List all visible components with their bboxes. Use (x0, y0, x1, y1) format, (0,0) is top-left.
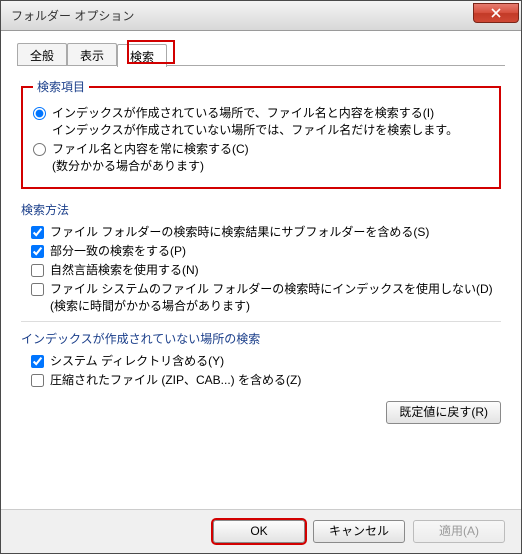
check-row-partial: 部分一致の検索をする(P) (31, 243, 501, 260)
check-partial[interactable] (31, 245, 44, 258)
check-compressed-label[interactable]: 圧縮されたファイル (ZIP、CAB...) を含める(Z) (50, 372, 501, 389)
tab-bar: 全般 表示 検索 (17, 43, 505, 66)
check-row-noindex: ファイル システムのファイル フォルダーの検索時にインデックスを使用しない(D)… (31, 281, 501, 315)
dialog-window: フォルダー オプション 全般 表示 検索 検索項目 インデックスが作成されている… (0, 0, 522, 554)
radio-indexed[interactable] (33, 107, 46, 120)
check-row-subfolders: ファイル フォルダーの検索時に検索結果にサブフォルダーを含める(S) (31, 224, 501, 241)
check-natural-label[interactable]: 自然言語検索を使用する(N) (50, 262, 501, 279)
check-compressed[interactable] (31, 374, 44, 387)
restore-defaults-button[interactable]: 既定値に戻す(R) (386, 401, 501, 424)
ok-button[interactable]: OK (213, 520, 305, 543)
check-row-natural: 自然言語検索を使用する(N) (31, 262, 501, 279)
group-search-what: 検索項目 インデックスが作成されている場所で、ファイル名と内容を検索する(I) … (21, 78, 501, 189)
check-noindex-line1: ファイル システムのファイル フォルダーの検索時にインデックスを使用しない(D) (50, 282, 493, 296)
radio-always[interactable] (33, 143, 46, 156)
tab-general[interactable]: 全般 (17, 43, 67, 65)
check-row-compressed: 圧縮されたファイル (ZIP、CAB...) を含める(Z) (31, 372, 501, 389)
group-search-how: ファイル フォルダーの検索時に検索結果にサブフォルダーを含める(S) 部分一致の… (31, 224, 501, 315)
check-subfolders[interactable] (31, 226, 44, 239)
close-button[interactable] (473, 3, 519, 23)
radio-indexed-line2: インデックスが作成されていない場所では、ファイル名だけを検索します。 (52, 123, 458, 137)
check-natural[interactable] (31, 264, 44, 277)
group-search-what-legend: 検索項目 (33, 78, 89, 95)
divider (21, 321, 501, 322)
close-icon (490, 8, 502, 18)
content-area: 全般 表示 検索 検索項目 インデックスが作成されている場所で、ファイル名と内容… (1, 31, 521, 509)
group-search-how-legend: 検索方法 (21, 201, 501, 218)
tab-search[interactable]: 検索 (117, 44, 167, 67)
radio-indexed-line1: インデックスが作成されている場所で、ファイル名と内容を検索する(I) (52, 106, 434, 120)
window-title: フォルダー オプション (11, 7, 473, 24)
dialog-footer: OK キャンセル 適用(A) (1, 509, 521, 553)
group-nonindexed-legend: インデックスが作成されていない場所の検索 (21, 330, 501, 347)
apply-button: 適用(A) (413, 520, 505, 543)
group-nonindexed: システム ディレクトリ含める(Y) 圧縮されたファイル (ZIP、CAB...)… (31, 353, 501, 389)
check-noindex[interactable] (31, 283, 44, 296)
check-sysdir[interactable] (31, 355, 44, 368)
cancel-button[interactable]: キャンセル (313, 520, 405, 543)
radio-row-indexed: インデックスが作成されている場所で、ファイル名と内容を検索する(I) インデック… (33, 105, 489, 139)
check-sysdir-label[interactable]: システム ディレクトリ含める(Y) (50, 353, 501, 370)
check-row-sysdir: システム ディレクトリ含める(Y) (31, 353, 501, 370)
check-noindex-line2: (検索に時間がかかる場合があります) (50, 299, 250, 313)
radio-indexed-label[interactable]: インデックスが作成されている場所で、ファイル名と内容を検索する(I) インデック… (52, 105, 489, 139)
tab-panel-search: 検索項目 インデックスが作成されている場所で、ファイル名と内容を検索する(I) … (17, 66, 505, 428)
tab-view[interactable]: 表示 (67, 43, 117, 65)
check-subfolders-label[interactable]: ファイル フォルダーの検索時に検索結果にサブフォルダーを含める(S) (50, 224, 501, 241)
radio-always-line1: ファイル名と内容を常に検索する(C) (52, 142, 249, 156)
restore-row: 既定値に戻す(R) (21, 401, 501, 424)
check-noindex-label[interactable]: ファイル システムのファイル フォルダーの検索時にインデックスを使用しない(D)… (50, 281, 501, 315)
radio-always-label[interactable]: ファイル名と内容を常に検索する(C) (数分かかる場合があります) (52, 141, 489, 175)
radio-always-line2: (数分かかる場合があります) (52, 159, 204, 173)
check-partial-label[interactable]: 部分一致の検索をする(P) (50, 243, 501, 260)
radio-row-always: ファイル名と内容を常に検索する(C) (数分かかる場合があります) (33, 141, 489, 175)
titlebar[interactable]: フォルダー オプション (1, 1, 521, 31)
